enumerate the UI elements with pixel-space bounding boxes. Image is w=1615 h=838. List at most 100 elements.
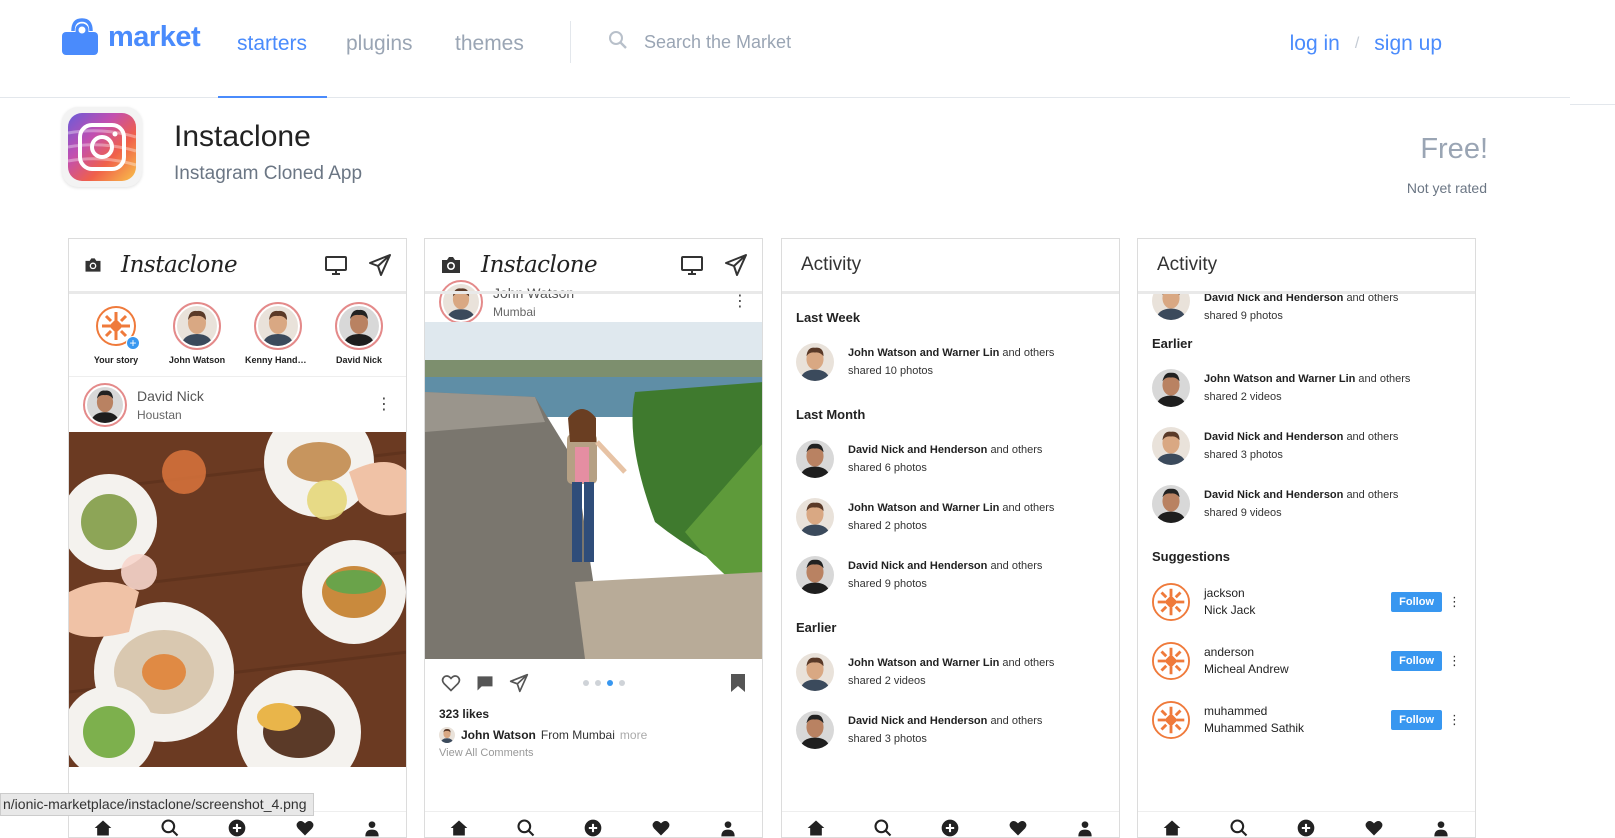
search-input[interactable] <box>644 32 944 53</box>
add-icon[interactable] <box>940 818 960 838</box>
activity-list: Last Week John Watson and Warner Lin and … <box>782 310 1119 759</box>
post-username[interactable]: David Nick <box>137 388 204 404</box>
avatar: + <box>92 302 140 350</box>
more-options-icon[interactable]: ⋮ <box>1448 712 1461 728</box>
activity-title: Activity <box>1157 254 1218 275</box>
more-options-icon[interactable]: ⋮ <box>732 294 748 310</box>
search-icon[interactable] <box>1229 818 1249 838</box>
list-item[interactable]: John Watson and Warner Lin and others sha… <box>796 643 1105 701</box>
caption-username[interactable]: John Watson <box>461 728 536 742</box>
list-item[interactable]: John Watson and Warner Lin and others sha… <box>1152 359 1461 417</box>
home-icon[interactable] <box>449 818 469 838</box>
login-link[interactable]: log in <box>1290 32 1340 56</box>
avatar <box>1152 292 1190 320</box>
price-label: Free! <box>1420 133 1488 165</box>
signup-link[interactable]: sign up <box>1374 32 1442 56</box>
nav-starters[interactable]: starters <box>237 32 307 56</box>
follow-button[interactable]: Follow <box>1391 591 1442 612</box>
food-photo <box>69 432 406 767</box>
list-item[interactable]: David Nick and Henderson and others shar… <box>1152 292 1461 322</box>
profile-icon[interactable] <box>718 818 738 838</box>
list-item[interactable]: John Watson and Warner Lin and others sha… <box>796 333 1105 391</box>
avatar <box>796 653 834 691</box>
send-icon[interactable] <box>724 253 748 277</box>
avatar <box>335 302 383 350</box>
add-icon[interactable] <box>583 818 603 838</box>
camera-icon[interactable] <box>83 255 103 275</box>
screenshot-post[interactable]: Instaclone John Watson Mumbai ⋮ 323 like… <box>424 238 763 838</box>
follow-button[interactable]: Follow <box>1391 709 1442 730</box>
suggestion-username[interactable]: jackson <box>1204 585 1255 602</box>
suggestion-username[interactable]: anderson <box>1204 644 1289 661</box>
tv-icon[interactable] <box>324 253 348 277</box>
activity-names: David Nick and Henderson <box>848 715 988 727</box>
story-label: John Watson <box>168 355 226 365</box>
post-header: David Nick Houstan ⋮ <box>69 376 406 432</box>
more-options-icon[interactable]: ⋮ <box>376 396 392 413</box>
view-all-comments-link[interactable]: View All Comments <box>425 743 762 759</box>
search-icon[interactable] <box>873 818 893 838</box>
activity-suffix: and others <box>1346 489 1399 501</box>
heart-icon[interactable] <box>295 818 315 838</box>
story-item[interactable]: Kenny Hander... <box>245 302 311 376</box>
story-item[interactable]: John Watson <box>164 302 230 376</box>
search-icon[interactable] <box>516 818 536 838</box>
avatar <box>796 711 834 749</box>
market-logo[interactable]: market <box>61 18 201 56</box>
app-title: Instaclone <box>174 120 311 153</box>
heart-icon[interactable] <box>1008 818 1028 838</box>
nav-plugins[interactable]: plugins <box>346 32 413 56</box>
add-icon[interactable] <box>227 818 247 838</box>
profile-icon[interactable] <box>1075 818 1095 838</box>
likes-count: 323 likes <box>439 707 490 721</box>
list-item[interactable]: David Nick and Henderson and others share… <box>796 701 1105 759</box>
add-icon[interactable] <box>1296 818 1316 838</box>
list-item[interactable]: David Nick and Henderson and others share… <box>1152 475 1461 533</box>
more-options-icon[interactable]: ⋮ <box>1448 653 1461 669</box>
activity-names: John Watson and Warner Lin <box>848 502 1000 514</box>
avatar <box>796 498 834 536</box>
follow-button[interactable]: Follow <box>1391 650 1442 671</box>
home-icon[interactable] <box>93 818 113 838</box>
story-item[interactable]: + Your story <box>83 302 149 376</box>
camera-icon[interactable] <box>439 253 463 277</box>
avatar <box>796 343 834 381</box>
avatar[interactable] <box>83 382 127 427</box>
auth-links: log in / sign up <box>1290 32 1442 56</box>
app-icon <box>62 107 142 187</box>
activity-detail: shared 10 photos <box>848 365 934 377</box>
bookmark-icon[interactable] <box>730 673 746 693</box>
profile-icon[interactable] <box>362 818 382 838</box>
search-icon <box>608 30 628 55</box>
activity-names: David Nick and Henderson <box>848 444 988 456</box>
screenshot-activity-suggestions[interactable]: Activity David Nick and Henderson and ot… <box>1137 238 1476 838</box>
caption-more-link[interactable]: more <box>620 728 647 742</box>
avatar <box>173 302 221 350</box>
bottom-tab-bar <box>1138 811 1475 837</box>
post-caption: John Watson From Mumbai more <box>425 721 762 743</box>
more-options-icon[interactable]: ⋮ <box>1448 594 1461 610</box>
list-item[interactable]: David Nick and Henderson and others share… <box>796 546 1105 604</box>
shopping-bag-icon <box>61 18 99 56</box>
home-icon[interactable] <box>806 818 826 838</box>
share-icon[interactable] <box>509 673 529 693</box>
tv-icon[interactable] <box>680 253 704 277</box>
list-item[interactable]: David Nick and Henderson and others share… <box>796 430 1105 488</box>
send-icon[interactable] <box>368 253 392 277</box>
nav-themes[interactable]: themes <box>455 32 524 56</box>
suggestion-username[interactable]: muhammed <box>1204 703 1304 720</box>
screenshot-activity[interactable]: Activity Last Week John Watson and Warner… <box>781 238 1120 838</box>
comment-icon[interactable] <box>475 673 495 693</box>
list-item[interactable]: John Watson and Warner Lin and others sha… <box>796 488 1105 546</box>
screenshot-feed[interactable]: Instaclone + Your story John Watson Kenn… <box>68 238 407 838</box>
search-icon[interactable] <box>160 818 180 838</box>
profile-icon[interactable] <box>1431 818 1451 838</box>
activity-detail: shared 3 photos <box>848 733 927 745</box>
heart-icon[interactable] <box>1364 818 1384 838</box>
heart-icon[interactable] <box>651 818 671 838</box>
home-icon[interactable] <box>1162 818 1182 838</box>
story-item[interactable]: David Nick <box>326 302 392 376</box>
suggestion-name: Micheal Andrew <box>1204 661 1289 676</box>
like-icon[interactable] <box>441 673 461 693</box>
list-item[interactable]: David Nick and Henderson and others share… <box>1152 417 1461 475</box>
